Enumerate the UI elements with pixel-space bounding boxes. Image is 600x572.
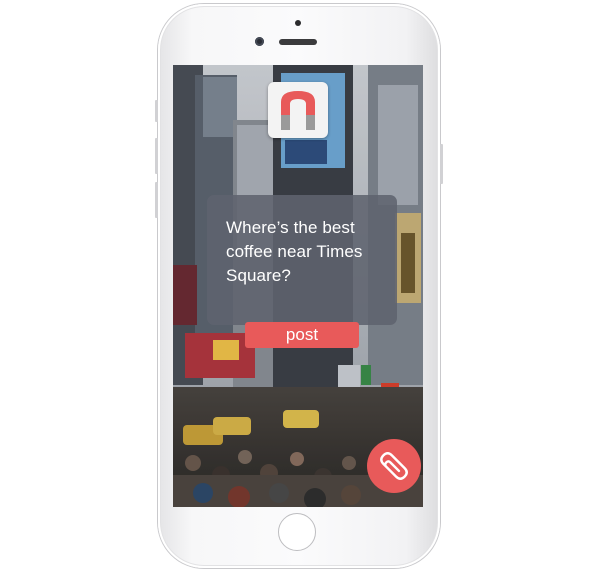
app-logo <box>268 82 328 138</box>
question-card: Where’s the best coffee near Times Squar… <box>207 195 397 325</box>
volume-up-button-2 <box>155 138 158 174</box>
proximity-sensor <box>295 20 301 26</box>
power-button <box>440 144 443 184</box>
paperclip-icon <box>380 452 408 480</box>
logo-n-icon <box>281 91 315 130</box>
home-button[interactable] <box>278 513 316 551</box>
speaker-grille <box>279 39 317 45</box>
attach-button[interactable] <box>367 439 421 493</box>
post-button[interactable]: post <box>245 322 359 348</box>
app-screen: Where’s the best coffee near Times Squar… <box>173 65 423 507</box>
volume-down-button <box>155 182 158 218</box>
phone-frame: Where’s the best coffee near Times Squar… <box>155 4 443 568</box>
front-camera <box>255 37 264 46</box>
volume-up-button <box>155 100 158 122</box>
question-text[interactable]: Where’s the best coffee near Times Squar… <box>226 216 383 288</box>
